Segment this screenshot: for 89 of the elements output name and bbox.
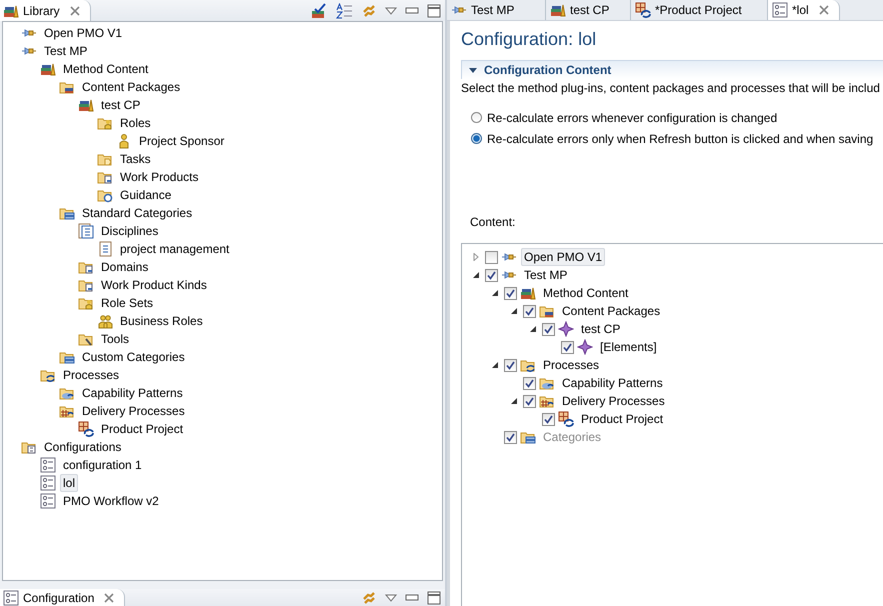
checklist-icon	[40, 493, 56, 509]
view-menu-icon[interactable]	[385, 6, 397, 14]
tree-item[interactable]: Test MP	[521, 266, 570, 284]
diamond-icon	[558, 321, 574, 337]
tree-item[interactable]: Roles	[117, 114, 154, 132]
tree-item[interactable]: Method Content	[60, 60, 152, 78]
tree-item[interactable]: Business Roles	[117, 312, 206, 330]
tree-item[interactable]: test CP	[98, 96, 144, 114]
tree-item[interactable]: Open PMO V1	[521, 248, 606, 266]
tree-item[interactable]: Work Products	[117, 168, 202, 186]
section-header[interactable]: Configuration Content	[461, 60, 883, 79]
close-icon[interactable]	[818, 5, 829, 15]
editor-tab[interactable]: Test MP	[447, 0, 546, 20]
editor-tab[interactable]: test CP	[546, 0, 631, 20]
tree-item[interactable]: Processes	[540, 356, 602, 374]
grid-icon	[78, 421, 94, 437]
books-icon	[520, 285, 536, 301]
tree-item[interactable]: Capability Patterns	[559, 374, 666, 392]
diamond-icon	[577, 339, 593, 355]
tree-item[interactable]: [Elements]	[597, 338, 660, 356]
checkbox[interactable]	[523, 304, 536, 318]
grid-icon	[558, 411, 574, 427]
books-icon	[40, 61, 56, 77]
minimize-icon[interactable]	[405, 6, 419, 14]
tree-item[interactable]: Tools	[98, 330, 132, 348]
people-icon	[97, 313, 113, 329]
view-tab[interactable]: Library	[0, 0, 91, 21]
books-icon	[550, 2, 566, 18]
checklist-icon	[40, 457, 56, 473]
tree-item[interactable]: Project Sponsor	[136, 132, 228, 150]
sort-icon[interactable]	[335, 2, 353, 18]
checkbox[interactable]	[542, 412, 555, 426]
list-icon	[78, 223, 94, 239]
tree-item[interactable]: Guidance	[117, 186, 174, 204]
close-icon[interactable]	[70, 6, 80, 16]
grid-icon	[635, 2, 651, 18]
checklist-icon	[40, 475, 56, 491]
editor-title: Configuration: lol	[461, 28, 598, 51]
tree-item[interactable]: Role Sets	[98, 294, 156, 312]
option-label[interactable]: Re-calculate errors only when Refresh button is clicked and when saving	[487, 132, 874, 146]
minimize-icon[interactable]	[405, 594, 419, 602]
tree-item[interactable]: Content Packages	[79, 78, 184, 96]
tree-item[interactable]: Delivery Processes	[79, 402, 188, 420]
checklist-icon	[3, 590, 19, 606]
checkbox[interactable]	[561, 340, 574, 354]
section-description: Select the method plug-ins, content packages and processes that will be includ	[461, 80, 881, 97]
tree-item[interactable]: Capability Patterns	[79, 384, 186, 402]
checkbox[interactable]	[485, 268, 498, 282]
tree-item[interactable]: Content Packages	[559, 302, 664, 320]
checkbox[interactable]	[523, 394, 536, 408]
list-icon	[97, 241, 113, 257]
tree-item[interactable]: lol	[60, 474, 78, 492]
tree-item[interactable]: Processes	[60, 366, 122, 384]
tree-item[interactable]: PMO Workflow v2	[60, 492, 162, 510]
tree-item[interactable]: Product Project	[578, 410, 666, 428]
checkbox[interactable]	[504, 286, 517, 300]
triangle-icon	[468, 65, 478, 75]
checkbox[interactable]	[485, 250, 498, 264]
content-label: Content:	[469, 215, 516, 231]
tree-item[interactable]: project management	[117, 240, 232, 258]
tree-item[interactable]: Custom Categories	[79, 348, 188, 366]
tree-item[interactable]: Standard Categories	[79, 204, 196, 222]
tree-item[interactable]: Tasks	[117, 150, 154, 168]
radio-button[interactable]	[471, 133, 482, 144]
tree-item[interactable]: Product Project	[98, 420, 186, 438]
tree-item[interactable]: Method Content	[540, 284, 632, 302]
validate-icon[interactable]	[311, 2, 327, 18]
radio-button[interactable]	[471, 112, 482, 123]
option-label[interactable]: Re-calculate errors whenever configuration is changed	[487, 110, 778, 124]
maximize-icon[interactable]	[427, 4, 441, 18]
checkbox[interactable]	[523, 376, 536, 390]
tree-item[interactable]: Test MP	[41, 42, 90, 60]
tree-item[interactable]: Disciplines	[98, 222, 162, 240]
view-tab[interactable]: Configuration	[0, 589, 126, 606]
close-icon[interactable]	[104, 592, 114, 602]
tree-item[interactable]: test CP	[578, 320, 624, 338]
maximize-icon[interactable]	[427, 590, 441, 604]
tree-item[interactable]: Work Product Kinds	[98, 276, 210, 294]
tree-item[interactable]: Domains	[98, 258, 152, 276]
view-menu-icon[interactable]	[385, 594, 397, 602]
books-icon	[78, 97, 94, 113]
editor-tab[interactable]: *lol	[768, 0, 840, 20]
checklist-icon	[772, 2, 788, 18]
tree-item[interactable]: Configurations	[41, 438, 124, 456]
tree-item[interactable]: Delivery Processes	[559, 392, 668, 410]
checkbox[interactable]	[542, 322, 555, 336]
tree-item[interactable]: Open PMO V1	[41, 24, 126, 42]
tree-item[interactable]: configuration 1	[60, 456, 145, 474]
checkbox[interactable]	[504, 358, 517, 372]
